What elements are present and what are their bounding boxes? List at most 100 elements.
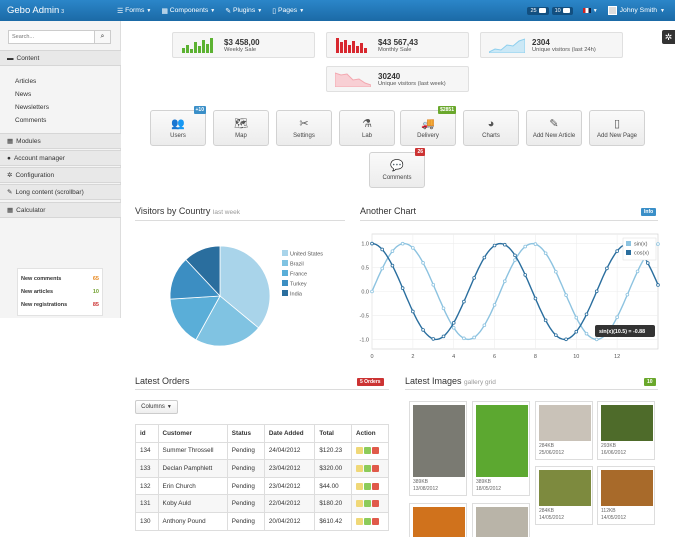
series-point[interactable] — [421, 261, 425, 265]
sidebar-item-comments[interactable]: Comments — [15, 114, 49, 127]
search-input[interactable] — [8, 30, 95, 44]
view-icon[interactable] — [356, 517, 364, 525]
series-point[interactable] — [605, 266, 609, 271]
gallery-thumbnail[interactable]: 389KB 13/08/2012 — [409, 401, 467, 496]
series-point[interactable] — [390, 249, 395, 253]
task-badge[interactable]: 10 — [551, 6, 573, 15]
series-point[interactable] — [472, 276, 476, 280]
shortcut-users[interactable]: +10 👥 Users — [150, 106, 206, 146]
gallery-thumbnail[interactable] — [472, 503, 530, 537]
gallery-thumbnail[interactable]: 284KB 14/05/2012 — [535, 466, 593, 525]
gallery-thumbnail[interactable] — [409, 503, 467, 537]
accordion-calculator[interactable]: ▦ Calculator — [0, 202, 121, 218]
user-menu[interactable]: Johny Smith ▼ — [607, 6, 665, 15]
series-point[interactable] — [380, 266, 385, 271]
shortcut-lab[interactable]: ⚗ Lab — [339, 110, 395, 146]
accordion-content[interactable]: ▬ Content — [0, 50, 121, 66]
series-point[interactable] — [482, 255, 487, 260]
shortcut-comments[interactable]: 26 💬 Comments — [369, 148, 425, 188]
sidebar-item-articles[interactable]: Articles — [15, 75, 49, 88]
series-point[interactable] — [615, 315, 619, 320]
series-point[interactable] — [390, 263, 395, 268]
series-point[interactable] — [615, 249, 619, 253]
series-point[interactable] — [482, 323, 487, 328]
series-point[interactable] — [370, 289, 374, 294]
series-point[interactable] — [656, 283, 660, 287]
table-header[interactable]: id — [135, 424, 159, 443]
table-header[interactable]: Customer — [157, 424, 228, 443]
table-header[interactable]: Total — [314, 424, 353, 443]
accordion-modules[interactable]: ▦ Modules — [0, 133, 121, 149]
shortcut-delivery[interactable]: $2851 🚚 Delivery — [400, 106, 456, 146]
delete-icon[interactable] — [372, 517, 380, 525]
language-flag-icon[interactable]: ▼ — [582, 8, 598, 14]
accordion-account-manager[interactable]: ● Account manager — [0, 150, 121, 166]
series-point[interactable] — [462, 336, 466, 341]
series-point[interactable] — [380, 247, 385, 252]
accordion-long-content[interactable]: ✎ Long content (scrollbar) — [0, 184, 121, 200]
series-point[interactable] — [574, 329, 579, 334]
series-point[interactable] — [594, 337, 599, 342]
series-point[interactable] — [513, 258, 517, 262]
series-point[interactable] — [370, 241, 374, 246]
style-switcher-button[interactable]: ✲ — [662, 30, 675, 44]
shortcut-map[interactable]: 🗺 Map — [213, 110, 269, 146]
delete-icon[interactable] — [372, 500, 380, 508]
series-point[interactable] — [492, 303, 497, 307]
gallery-thumbnail[interactable]: 389KB 18/05/2012 — [472, 401, 530, 496]
brand-logo[interactable]: Gebo Admin 3 — [7, 5, 107, 16]
shortcut-settings[interactable]: ✂ Settings — [276, 110, 332, 146]
series-point[interactable] — [523, 273, 528, 277]
series-point[interactable] — [564, 337, 568, 342]
edit-icon[interactable] — [364, 447, 372, 455]
delete-icon[interactable] — [372, 447, 380, 455]
edit-icon[interactable] — [364, 517, 372, 525]
series-point[interactable] — [523, 244, 528, 249]
table-header[interactable]: Status — [226, 424, 265, 443]
series-point[interactable] — [472, 335, 476, 340]
sidebar-item-newsletters[interactable]: Newsletters — [15, 101, 49, 114]
gallery-thumbnail[interactable]: 293KB 16/06/2012 — [597, 401, 655, 460]
accordion-configuration[interactable]: ✲ Configuration — [0, 167, 121, 183]
series-point[interactable] — [441, 334, 446, 339]
menu-pages[interactable]: ▯ Pages ▼ — [272, 7, 304, 15]
edit-icon[interactable] — [364, 482, 372, 490]
view-icon[interactable] — [356, 500, 364, 508]
table-header[interactable]: Date Added — [263, 424, 316, 443]
mail-badge[interactable]: 25 — [527, 6, 549, 15]
gallery-thumbnail[interactable]: 112KB 14/05/2012 — [597, 466, 655, 525]
series-point[interactable] — [543, 251, 548, 256]
series-point[interactable] — [594, 289, 599, 294]
edit-icon[interactable] — [364, 464, 372, 472]
menu-forms[interactable]: ☰ Forms ▼ — [117, 7, 151, 15]
gallery-thumbnail[interactable]: 284KB 25/06/2012 — [535, 401, 593, 460]
series-point[interactable] — [635, 269, 640, 274]
series-point[interactable] — [411, 246, 415, 250]
series-point[interactable] — [513, 253, 517, 258]
series-point[interactable] — [656, 242, 660, 246]
series-point[interactable] — [400, 241, 405, 246]
columns-button[interactable]: Columns ▼ — [135, 400, 178, 414]
delete-icon[interactable] — [372, 464, 380, 472]
menu-components[interactable]: ▦ Components ▼ — [161, 7, 215, 15]
series-point[interactable] — [462, 299, 466, 304]
series-point[interactable] — [584, 312, 589, 317]
series-point[interactable] — [451, 321, 456, 325]
series-point[interactable] — [431, 337, 436, 341]
edit-icon[interactable] — [364, 500, 372, 508]
view-icon[interactable] — [356, 447, 364, 455]
series-point[interactable] — [533, 242, 538, 246]
table-header[interactable]: Action — [351, 424, 389, 443]
series-point[interactable] — [533, 296, 538, 301]
menu-plugins[interactable]: ✎ Plugins ▼ — [225, 7, 262, 15]
search-button[interactable]: ⌕ — [95, 30, 111, 44]
series-point[interactable] — [421, 328, 425, 332]
shortcut-add-article[interactable]: ✎ Add New Article — [526, 110, 582, 146]
series-point[interactable] — [645, 261, 650, 265]
view-icon[interactable] — [356, 464, 364, 472]
series-point[interactable] — [543, 318, 548, 323]
series-point[interactable] — [574, 315, 579, 320]
series-point[interactable] — [554, 333, 558, 337]
series-point[interactable] — [441, 306, 446, 311]
series-point[interactable] — [554, 269, 558, 274]
